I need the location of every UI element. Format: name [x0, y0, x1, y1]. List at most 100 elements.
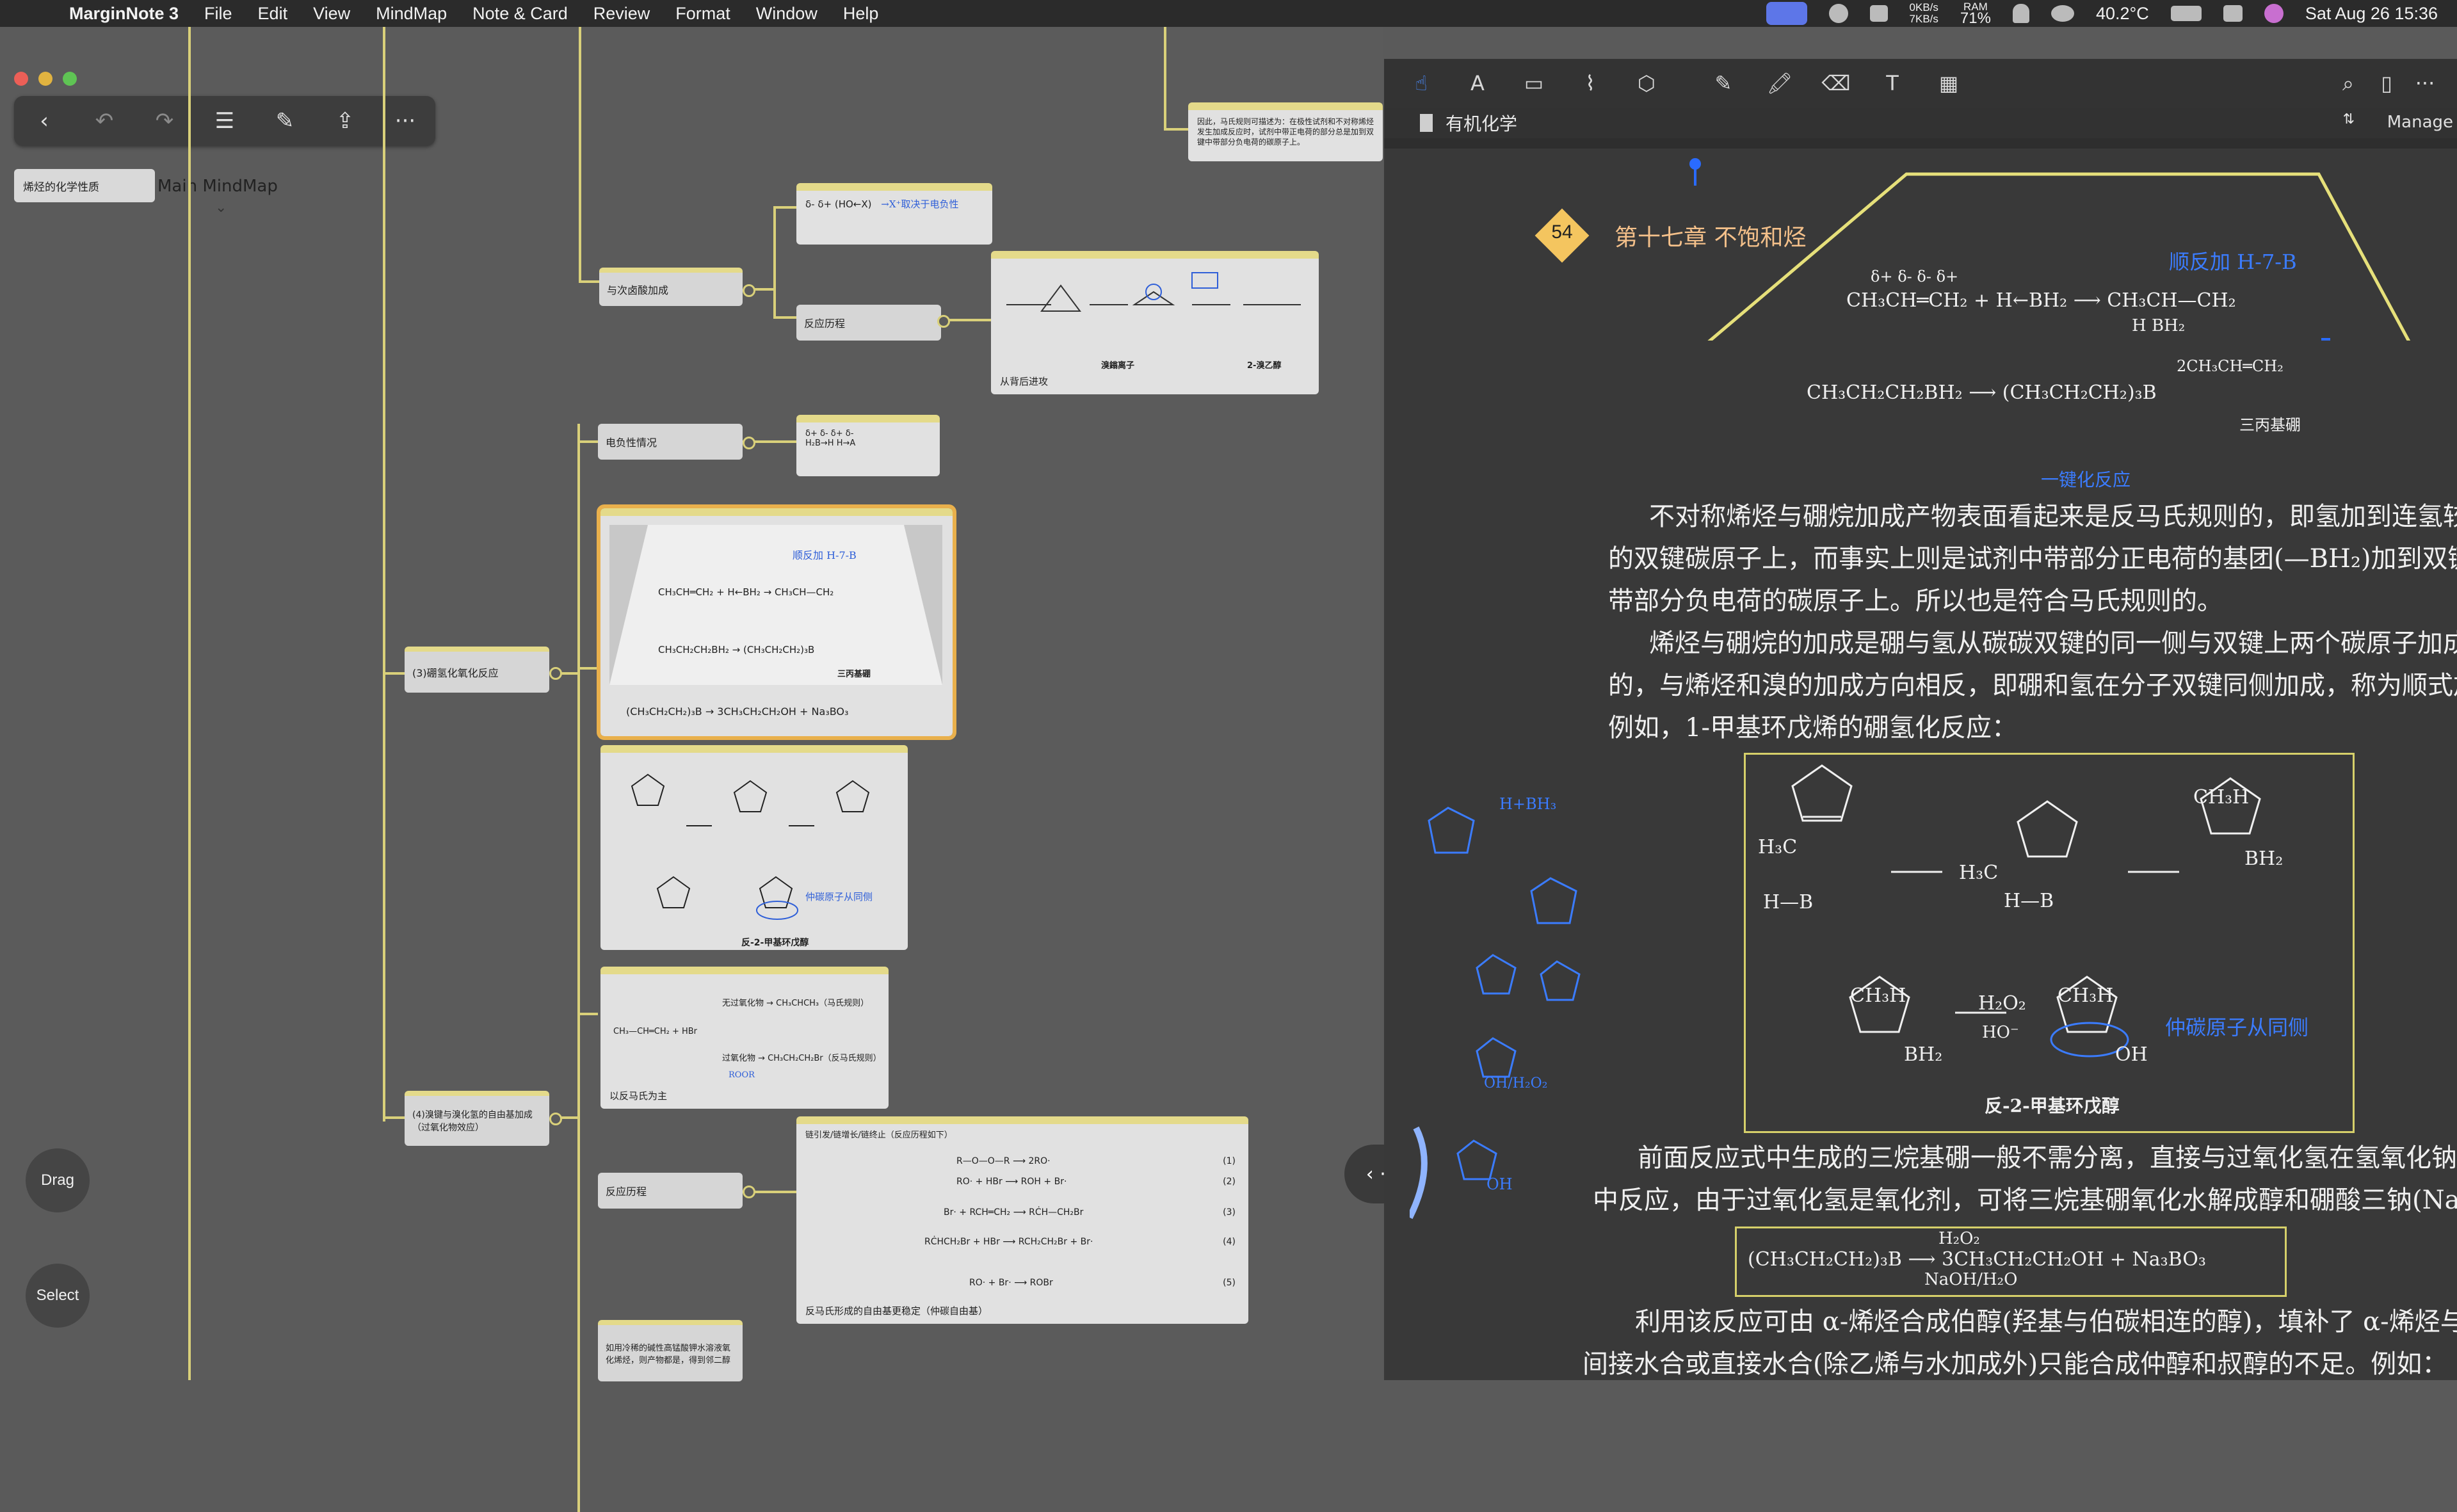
node-hypohalous-addition[interactable]: 与次卤酸加成 [599, 268, 743, 306]
redo-icon[interactable]: ↷ [145, 108, 184, 134]
text-highlight-icon[interactable]: A [1458, 67, 1497, 99]
control-center-icon[interactable] [2223, 5, 2243, 22]
sort-icon[interactable]: ⇅ [2343, 111, 2355, 127]
outline-list-icon[interactable]: ☰ [205, 108, 244, 134]
collapse-handle[interactable] [937, 315, 950, 328]
pen-icon[interactable]: ✎ [1704, 67, 1743, 99]
figure-caption: 反-2-甲基环戊醇 [1985, 1095, 2120, 1116]
card-radical-mechanism[interactable]: 链引发/链增长/链终止（反应历程如下） R—O—O—R ⟶ 2RO· RO· +… [796, 1116, 1248, 1324]
highlighter-icon[interactable]: 🖍 [1760, 67, 1799, 99]
minimize-window-icon[interactable] [38, 72, 52, 86]
cpu-temperature: 40.2°C [2095, 3, 2149, 23]
formula-label: 三丙基硼 [837, 670, 871, 679]
close-window-icon[interactable] [14, 72, 28, 86]
mechanism-step-1: R—O—O—R ⟶ 2RO· [956, 1156, 1051, 1166]
mindmap-selector[interactable]: Main MindMap [157, 177, 278, 196]
connector-line [383, 1116, 405, 1119]
screen-mirror-icon[interactable] [1766, 2, 1807, 25]
node-mechanism-1[interactable]: 反应历程 [796, 305, 941, 341]
card-cyclopentene-hydroboration[interactable]: 仲碳原子从同侧 反-2-甲基环戊醇 [600, 745, 908, 950]
undo-icon[interactable]: ↶ [85, 108, 124, 134]
menu-format[interactable]: Format [675, 4, 730, 24]
menu-edit[interactable]: Edit [258, 4, 288, 24]
more-icon[interactable]: ··· [386, 108, 424, 134]
node-hydroboration[interactable]: (3)硼氢化氧化反应 [405, 647, 549, 693]
card-electronegativity[interactable]: δ+ δ- δ+ δ- H₂B→H H→A [796, 415, 940, 476]
card-hydroboration-selected[interactable]: 顺反加 H-7-B CH₃CH═CH₂ + H←BH₂ → CH₃CH—CH₂ … [597, 504, 956, 740]
document-page[interactable]: 54 第十七章 不饱和烃 δ+ δ- δ- δ+ CH₃CH═CH₂ + H←B… [1384, 149, 2457, 1380]
step-number: (3) [1223, 1207, 1236, 1218]
card-bromonium-mechanism[interactable]: 溴鎓离子 2-溴乙醇 从背后进攻 [991, 251, 1319, 394]
select-button[interactable]: Select [26, 1264, 90, 1328]
battery-icon[interactable] [2170, 6, 2202, 21]
menu-file[interactable]: File [204, 4, 232, 24]
eraser-icon[interactable]: ⌫ [1817, 67, 1855, 99]
bookmark-icon[interactable]: ▯ [2367, 67, 2406, 99]
collapse-handle[interactable] [549, 1113, 562, 1125]
mechanism-step-4: RĊHCH₂Br + HBr ⟶ RCH₂CH₂Br + Br· [924, 1237, 1093, 1247]
paragraph-line: 中反应，由于过氧化氢是氧化剂，可将三烷基硼氧化水解成醇和硼酸三钠(Na₃BO₃)… [1593, 1186, 2457, 1215]
paragraph-line: 间接水合或直接水合(除乙烯与水加成外)只能合成仲醇和叔醇的不足。例如： [1583, 1349, 2448, 1379]
equation-second: CH₃CH₂CH₂BH₂ ⟶ (CH₃CH₂CH₂)₃B [1807, 382, 2157, 404]
menu-app-name[interactable]: MarginNote 3 [69, 4, 179, 24]
siri-icon[interactable] [2264, 4, 2284, 23]
menu-window[interactable]: Window [756, 4, 818, 24]
handwritten-note: 一键化反应 [2041, 469, 2131, 490]
mindmap-pane[interactable]: ‹ ↶ ↷ ☰ ✎ ⇪ ··· 烯烃的化学性质 Main MindMap ⌄ 与… [0, 27, 1383, 1512]
menu-review[interactable]: Review [593, 4, 650, 24]
lasso-icon[interactable]: ⌇ [1571, 67, 1609, 99]
label-bromonium: 溴鎓离子 [1101, 361, 1135, 371]
more-icon[interactable]: ··· [2406, 67, 2444, 99]
connector-line [1164, 27, 1166, 131]
equation-condition: NaOH/H₂O [1924, 1270, 2018, 1289]
manage-button[interactable]: Manage [2387, 113, 2453, 132]
textbox-icon[interactable]: T [1873, 67, 1912, 99]
collapse-handle[interactable] [743, 284, 755, 297]
edit-icon[interactable]: ✎ [266, 108, 304, 134]
margin-ink-note: H+BH₃ [1499, 795, 1557, 813]
connector-line [579, 280, 599, 283]
node-mechanism-2[interactable]: 反应历程 [598, 1173, 743, 1209]
node-oxidation[interactable]: 如用冷稀的碱性高锰酸钾水溶液氧化烯烃，则产物都是，得到邻二醇 [598, 1320, 743, 1381]
card-markovnikov-text[interactable]: 因此，马氏规则可描述为：在极性试剂和不对称烯烃发生加成反应时，试剂中带正电荷的部… [1188, 102, 1383, 161]
fig-label: BH₂ [2244, 848, 2284, 870]
collapse-handle[interactable] [743, 1186, 755, 1198]
menu-view[interactable]: View [313, 4, 350, 24]
notebook-title[interactable]: 有机化学 [1446, 110, 1517, 136]
back-icon[interactable]: ‹ [25, 108, 63, 134]
card-anti-markovnikov[interactable]: CH₃—CH═CH₂ + HBr 无过氧化物 → CH₃CHCH₃（马氏规则） … [600, 967, 889, 1109]
telegram-icon[interactable] [1828, 4, 1848, 23]
shape-tool-icon[interactable]: ⬡ [1627, 67, 1666, 99]
mechanism-step-5: RO· + Br· ⟶ ROBr [969, 1278, 1053, 1288]
node-electronegativity[interactable]: 电负性情况 [598, 424, 743, 460]
paragraph-line: 前面反应式中生成的三烷基硼一般不需分离，直接与过氧化氢在氢氧化钠水溶液 [1638, 1143, 2457, 1173]
hand-tool-icon[interactable]: ☝ [1402, 67, 1440, 99]
wechat-icon[interactable] [2050, 5, 2074, 22]
root-node[interactable]: 烯烃的化学性质 [14, 169, 155, 202]
margin-ink-note: OH [1486, 1175, 1513, 1193]
grid-icon[interactable]: ▦ [1929, 67, 1968, 99]
fig-label: H₃C [1959, 862, 1999, 884]
document-icon [1420, 114, 1433, 132]
rectangle-select-icon[interactable]: ▭ [1515, 67, 1553, 99]
equation-bottom: (CH₃CH₂CH₂)₃B ⟶ 3CH₃CH₂CH₂OH + Na₃BO₃ [1748, 1248, 2206, 1271]
step-number: (2) [1223, 1177, 1236, 1187]
collapse-handle[interactable] [743, 437, 755, 449]
maximize-window-icon[interactable] [63, 72, 77, 86]
menu-help[interactable]: Help [843, 4, 879, 24]
menu-note-card[interactable]: Note & Card [472, 4, 568, 24]
node-radical-addition[interactable]: (4)溴键与溴化氢的自由基加成（过氧化物效应） [405, 1091, 549, 1146]
cat-icon[interactable] [1869, 5, 1888, 22]
mindmap-toolbar: ‹ ↶ ↷ ☰ ✎ ⇪ ··· [14, 96, 435, 146]
collapse-handle[interactable] [549, 667, 562, 680]
card-hypohalous-formula[interactable]: δ- δ+ (HO←X) →X⁺取决于电负性 [796, 183, 992, 245]
formula-text: δ- δ+ (HO←X) [805, 198, 872, 210]
search-icon[interactable]: ⌕ [2329, 67, 2367, 99]
share-icon[interactable]: ⇪ [326, 108, 364, 134]
handwritten-note: 仲碳原子从同侧 [2165, 1015, 2309, 1040]
chevron-down-icon[interactable]: ⌄ [215, 200, 227, 216]
drag-button[interactable]: Drag [26, 1148, 90, 1212]
connector-line [1164, 128, 1188, 131]
bell-icon[interactable] [2012, 4, 2029, 23]
menu-mindmap[interactable]: MindMap [376, 4, 447, 24]
